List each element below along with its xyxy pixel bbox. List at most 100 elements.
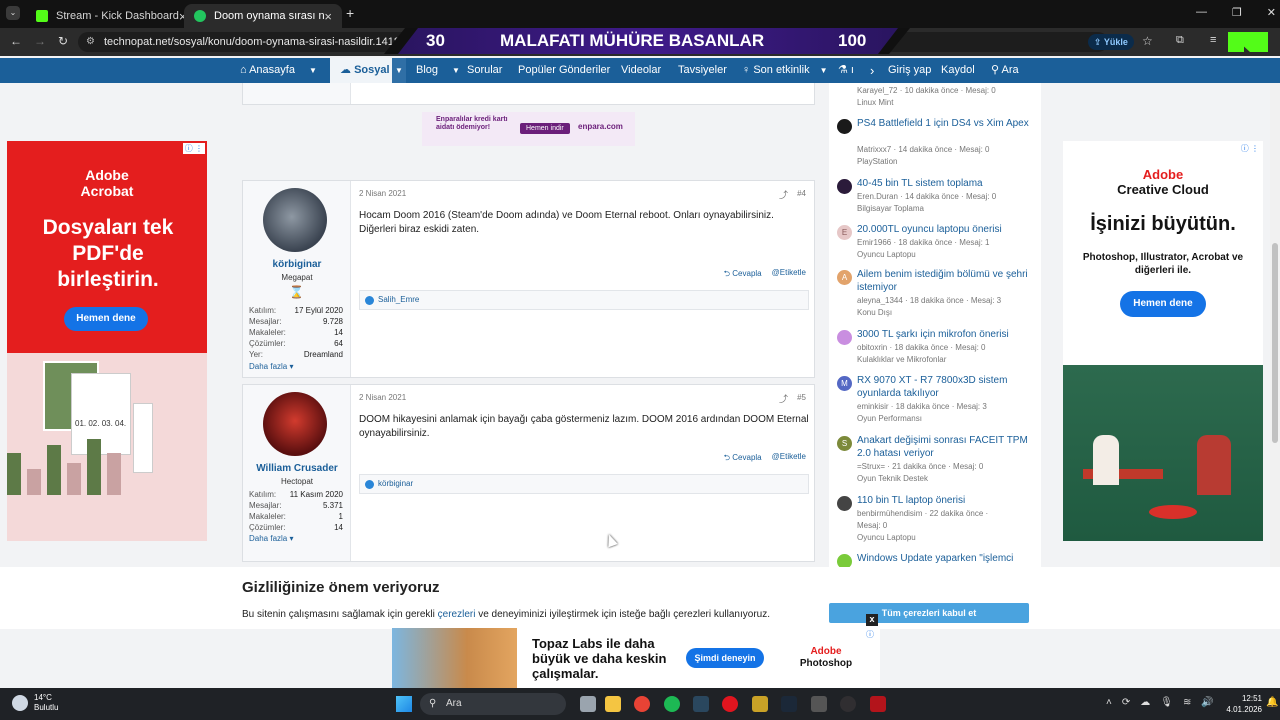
sidebar-item-title[interactable]: Windows Update yaparken "işlemci bbox=[857, 552, 1037, 565]
tool-icon[interactable] bbox=[811, 696, 827, 712]
opera-icon[interactable] bbox=[722, 696, 738, 712]
volume-icon[interactable]: 🔊 bbox=[1201, 697, 1213, 708]
nav-scroll-right-icon[interactable]: › bbox=[870, 58, 874, 83]
start-button[interactable] bbox=[396, 696, 412, 712]
sidebar-item-forum[interactable]: PlayStation bbox=[857, 156, 1037, 168]
adobe-creative-cloud-ad[interactable]: ⓘ ⋮ Adobe Creative Cloud İşinizi büyütün… bbox=[1063, 141, 1263, 541]
reply-button[interactable]: ⮌ Cevapla bbox=[724, 268, 762, 282]
more-link[interactable]: Daha fazla ▾ bbox=[249, 534, 294, 543]
sidebar-item-forum[interactable]: Linux Mint bbox=[857, 97, 1037, 109]
steam-2-icon[interactable] bbox=[781, 696, 797, 712]
sidebar-item-title[interactable]: 40-45 bin TL sistem toplama bbox=[857, 177, 1037, 190]
bookmark-star-icon[interactable]: ☆ bbox=[1142, 34, 1153, 48]
more-link[interactable]: Daha fazla ▾ bbox=[249, 362, 294, 371]
tab-kick-dashboard[interactable]: Stream - Kick Dashboard × bbox=[26, 4, 184, 28]
sidebar-item-forum[interactable]: Oyun Performansı bbox=[857, 413, 1037, 425]
share-icon[interactable]: ⤴ bbox=[779, 188, 788, 201]
cookie-link[interactable]: çerezleri bbox=[438, 609, 476, 620]
nav-recommendations[interactable]: Tavsiyeler bbox=[678, 58, 727, 83]
steam-icon[interactable] bbox=[693, 696, 709, 712]
wifi-icon[interactable]: ≋ bbox=[1183, 697, 1191, 708]
spotify-icon[interactable] bbox=[664, 696, 680, 712]
sidebar-item-title[interactable]: PS4 Battlefield 1 için DS4 vs Xim Apex bbox=[857, 117, 1037, 130]
forward-icon[interactable]: → bbox=[34, 34, 46, 48]
avatar[interactable] bbox=[837, 330, 852, 345]
avatar[interactable]: A bbox=[837, 270, 852, 285]
ad-info-icon[interactable]: ⓘ ⋮ bbox=[182, 143, 205, 154]
kick-extension-icon[interactable] bbox=[1228, 32, 1268, 52]
extensions-icon[interactable]: ⧉ bbox=[1176, 34, 1184, 47]
ad-choices-icon[interactable]: ⓘ bbox=[866, 629, 878, 639]
post-number[interactable]: #4 bbox=[797, 189, 806, 198]
new-tab-button[interactable]: + bbox=[346, 5, 354, 21]
avatar[interactable] bbox=[837, 496, 852, 511]
ad-cta-button[interactable]: Hemen dene bbox=[1120, 291, 1206, 317]
sync-icon[interactable]: ⟳ bbox=[1122, 697, 1130, 708]
avatar[interactable] bbox=[837, 119, 852, 134]
post-number[interactable]: #5 bbox=[797, 393, 806, 402]
file-explorer-icon[interactable] bbox=[605, 696, 621, 712]
sidebar-item-forum[interactable]: Oyun Teknik Destek bbox=[857, 473, 1037, 485]
restore-icon[interactable]: ❐ bbox=[1232, 6, 1242, 19]
nav-questions[interactable]: Sorular bbox=[467, 58, 502, 83]
weather-widget[interactable]: 14°C Bulutlu bbox=[12, 693, 58, 713]
obs-icon[interactable] bbox=[840, 696, 856, 712]
reaction-user[interactable]: Salih_Emre bbox=[378, 295, 419, 304]
red-app-icon[interactable] bbox=[870, 696, 886, 712]
username[interactable]: körbiginar bbox=[243, 259, 351, 270]
scrollbar-thumb[interactable] bbox=[1272, 243, 1278, 443]
post-date[interactable]: 2 Nisan 2021 bbox=[359, 393, 406, 402]
nav-videos[interactable]: Videolar bbox=[621, 58, 661, 83]
sidebar-item-title[interactable]: RX 9070 XT - R7 7800x3D sistem oyunlarda… bbox=[857, 374, 1037, 400]
tag-button[interactable]: @Etiketle bbox=[772, 452, 806, 466]
task-view-icon[interactable] bbox=[580, 696, 596, 712]
post-date[interactable]: 2 Nisan 2021 bbox=[359, 189, 406, 198]
avatar[interactable]: S bbox=[837, 436, 852, 451]
chevron-down-icon[interactable]: ▼ bbox=[309, 66, 317, 75]
sidebar-item-title[interactable]: Ailem benim istediğim bölümü ve şehri is… bbox=[857, 268, 1037, 294]
login-link[interactable]: Giriş yap bbox=[888, 58, 931, 83]
nav-home[interactable]: ⌂ Anasayfa ▼ bbox=[240, 58, 317, 83]
username[interactable]: William Crusader bbox=[243, 463, 351, 474]
ad-info-icon[interactable]: ⓘ ⋮ bbox=[1241, 143, 1259, 154]
enpara-ad[interactable]: Enparalılar kredi kartı aidatı ödemiyor!… bbox=[422, 112, 635, 146]
sidebar-item-forum[interactable]: Oyuncu Laptopu bbox=[857, 249, 1037, 261]
app-icon[interactable] bbox=[752, 696, 768, 712]
site-info-icon[interactable]: ⚙ bbox=[86, 32, 95, 52]
avatar[interactable] bbox=[263, 188, 327, 252]
cloud-icon[interactable]: ☁ bbox=[1140, 697, 1150, 708]
adobe-acrobat-ad[interactable]: ⓘ ⋮ Adobe Acrobat Dosyaları tek PDF'de b… bbox=[7, 141, 207, 541]
ad-cta-button[interactable]: Hemen dene bbox=[64, 307, 148, 331]
menu-icon[interactable]: ≡ bbox=[1210, 34, 1216, 46]
reaction-bar[interactable]: Salih_Emre bbox=[359, 290, 809, 310]
nav-search[interactable]: ⚲ Ara bbox=[991, 58, 1019, 83]
chrome-icon[interactable] bbox=[634, 696, 650, 712]
back-icon[interactable]: ← bbox=[10, 34, 22, 48]
register-link[interactable]: Kaydol bbox=[941, 58, 975, 83]
minimize-icon[interactable]: — bbox=[1196, 6, 1207, 19]
ad-cta-button[interactable]: Şimdi deneyin bbox=[686, 648, 764, 668]
avatar[interactable]: E bbox=[837, 225, 852, 240]
close-ad-button[interactable]: x bbox=[866, 614, 878, 626]
avatar[interactable] bbox=[837, 179, 852, 194]
sidebar-item-forum[interactable]: Kulaklıklar ve Mikrofonlar bbox=[857, 354, 1037, 366]
chevron-down-icon[interactable]: ▼ bbox=[820, 66, 828, 75]
reaction-bar[interactable]: körbiginar bbox=[359, 474, 809, 494]
sidebar-item-forum[interactable]: Oyuncu Laptopu bbox=[857, 532, 1037, 544]
nav-popular[interactable]: Popüler Gönderiler bbox=[518, 58, 610, 83]
nav-blog[interactable]: Blog ▼ bbox=[416, 58, 460, 83]
nav-more-icon[interactable]: ⚗ ı bbox=[838, 58, 854, 83]
nav-social[interactable]: ☁ Sosyal bbox=[330, 58, 400, 83]
close-window-icon[interactable]: ✕ bbox=[1267, 6, 1276, 19]
reload-icon[interactable]: ↻ bbox=[58, 34, 68, 48]
sidebar-item-title[interactable]: Anakart değişimi sonrası FACEIT TPM 2.0 … bbox=[857, 434, 1037, 460]
accept-cookies-button[interactable]: Tüm çerezleri kabul et bbox=[829, 603, 1029, 623]
tab-technopat[interactable]: Doom oynama sırası nasıldır? | × bbox=[184, 4, 342, 28]
sidebar-item-title[interactable]: 20.000TL oyuncu laptopu önerisi bbox=[857, 223, 1037, 236]
chevron-down-icon[interactable]: ▼ bbox=[392, 58, 406, 83]
reply-button[interactable]: ⮌ Cevapla bbox=[724, 452, 762, 466]
reaction-user[interactable]: körbiginar bbox=[378, 479, 413, 488]
avatar[interactable] bbox=[263, 392, 327, 456]
sidebar-item-forum[interactable]: Konu Dışı bbox=[857, 307, 1037, 319]
clock[interactable]: 12:51 4.01.2026 bbox=[1222, 693, 1262, 715]
